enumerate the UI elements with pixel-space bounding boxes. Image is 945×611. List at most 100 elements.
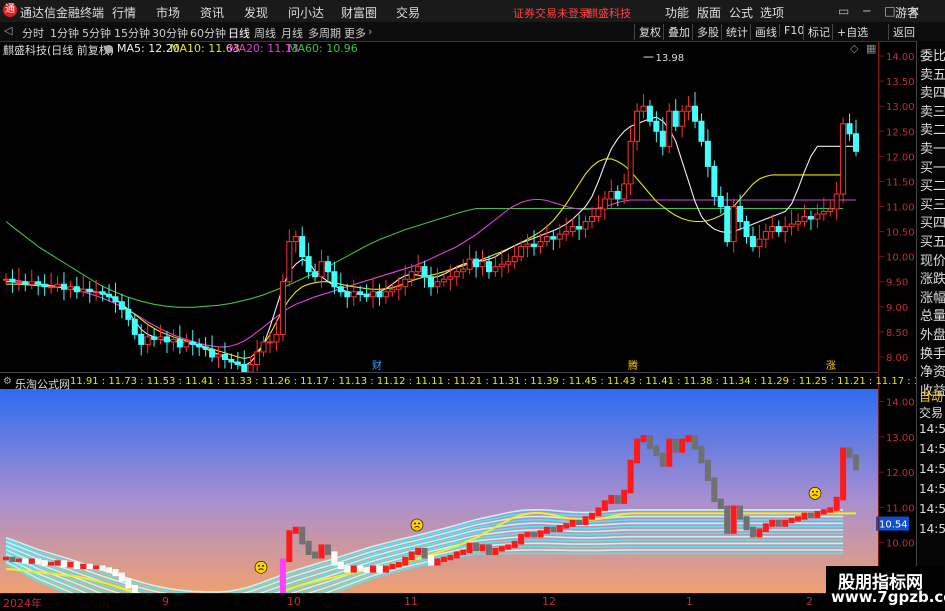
side-item-10: 买五 — [920, 235, 945, 250]
btn-f10[interactable]: F10 — [779, 24, 804, 37]
indicator-settings-icon[interactable]: ⚙ — [3, 376, 12, 387]
indicator-candle — [376, 565, 383, 573]
watermark: 股朋指标网 www.7gpzb.com — [826, 566, 945, 609]
price-candle-body — [505, 261, 512, 265]
menu-banmian[interactable]: 版面 — [697, 4, 721, 21]
price-candle-body — [286, 241, 293, 283]
btn-biaoji[interactable]: 标记 — [803, 24, 830, 40]
back-arrow-icon[interactable]: ◁ — [4, 24, 12, 37]
ind-tick-label: 12.00 — [886, 468, 915, 479]
indicator-axis: 14.0013.0012.0011.0010.009.00 — [879, 398, 915, 585]
period-multi[interactable]: 多周期 — [308, 25, 341, 41]
period-15min[interactable]: 15分钟 — [114, 25, 150, 41]
user-label[interactable]: 游客 — [895, 4, 919, 21]
btn-fuquan[interactable]: 复权 — [634, 24, 661, 40]
more-chevron-icon[interactable]: › — [368, 25, 372, 38]
price-candle-body — [428, 276, 434, 288]
price-candle-body — [228, 358, 235, 363]
indicator-candle — [125, 577, 132, 589]
indicator-candle — [460, 549, 467, 555]
smiley-eye — [418, 522, 420, 525]
high-label: 13.98 — [656, 53, 685, 64]
trade-label[interactable]: 交易 — [919, 404, 943, 421]
period-fenshi[interactable]: 分时 — [22, 25, 44, 41]
menu-faxian[interactable]: 发现 — [244, 4, 268, 21]
indicator-candle — [627, 459, 634, 494]
date-label-12: 12 — [542, 595, 556, 608]
time-label-5: 14:56 — [919, 502, 945, 516]
indicator-candle — [679, 438, 686, 453]
side-item-6: 买一 — [920, 160, 945, 176]
price-candle-body — [331, 271, 338, 288]
ind-tick-label: 13.00 — [886, 433, 915, 444]
price-tick-label: 8.50 — [886, 328, 908, 339]
menu-xuanxiang[interactable]: 选项 — [760, 4, 784, 21]
indicator-candle — [711, 477, 718, 503]
menu-shichang[interactable]: 市场 — [156, 4, 180, 21]
indicator-candle — [775, 519, 782, 527]
period-30min[interactable]: 30分钟 — [152, 25, 188, 41]
price-candle-body — [614, 190, 621, 200]
period-1min[interactable]: 1分钟 — [50, 25, 79, 41]
indicator-candle — [350, 565, 357, 573]
price-candle-body — [15, 281, 22, 284]
price-candle-body — [807, 216, 814, 220]
btn-huaxian[interactable]: 画线 — [750, 24, 777, 40]
indicator-candle — [318, 544, 325, 559]
smiley-eye — [816, 490, 818, 493]
indicator-candle — [118, 572, 125, 582]
price-candle-body — [318, 261, 325, 278]
side-item-8: 买三 — [920, 197, 945, 213]
menu-gongshi[interactable]: 公式 — [729, 4, 753, 21]
indicator-candle — [698, 445, 705, 464]
indicator-candle — [492, 547, 499, 555]
menu-caifuquan[interactable]: 财富圈 — [341, 4, 377, 21]
side-item-16: 换手 — [920, 346, 945, 362]
indicator-candle — [312, 551, 319, 559]
price-candle-body — [267, 341, 274, 344]
period-weekly[interactable]: 周线 — [254, 25, 276, 41]
btn-duogu[interactable]: 多股 — [692, 24, 719, 40]
indicator-candle — [621, 489, 628, 504]
price-candle-body — [183, 341, 190, 348]
price-candle-body — [518, 246, 525, 258]
price-candle-body — [685, 105, 692, 112]
price-candle-body — [80, 288, 87, 293]
menu-gongneng[interactable]: 功能 — [665, 4, 689, 21]
btn-diejia[interactable]: 叠加 — [663, 24, 690, 40]
price-candle-body — [782, 226, 789, 233]
indicator-candle — [801, 512, 808, 520]
indicator-candle — [106, 567, 113, 573]
price-candle-body — [196, 343, 203, 348]
indicator-candle — [93, 565, 100, 570]
period-5min[interactable]: 5分钟 — [82, 25, 111, 41]
price-candle-body — [588, 216, 595, 223]
price-candle-body — [324, 261, 331, 273]
price-candle-body — [370, 291, 377, 298]
menu-jiaoyi[interactable]: 交易 — [396, 4, 420, 21]
indicator-candle — [279, 558, 286, 593]
price-candle-body — [672, 110, 679, 127]
period-60min[interactable]: 60分钟 — [190, 25, 226, 41]
period-more[interactable]: 更多 — [344, 25, 366, 41]
indicator-candle — [421, 547, 428, 559]
price-candle-body — [299, 236, 306, 258]
period-monthly[interactable]: 月线 — [281, 25, 303, 41]
period-daily[interactable]: 日线 — [228, 25, 250, 41]
auto-label[interactable]: 自动 — [919, 388, 943, 405]
indicator-candle — [537, 530, 544, 538]
side-item-3: 卖三 — [920, 104, 945, 120]
indicator-candle — [531, 532, 538, 538]
indicator-name[interactable]: 乐淘公式网 — [15, 376, 70, 392]
price-candle-body — [447, 276, 454, 280]
login-status[interactable]: 证券交易未登录 — [513, 5, 590, 21]
menu-hangqing[interactable]: 行情 — [112, 4, 136, 21]
menu-wenxiaoda[interactable]: 问小达 — [288, 4, 324, 21]
btn-add-watchlist[interactable]: +自选 — [832, 24, 868, 40]
indicator-candle — [408, 551, 415, 561]
btn-fanhui[interactable]: 返回 — [888, 24, 915, 40]
menu-zixun[interactable]: 资讯 — [200, 4, 224, 21]
candlestick-chart[interactable]: 14.00 13.50 13.00 12.50 12.00 11.50 11.00 10.50… — [0, 41, 916, 593]
indicator-candle — [112, 569, 119, 577]
btn-tongji[interactable]: 统计 — [721, 24, 748, 40]
